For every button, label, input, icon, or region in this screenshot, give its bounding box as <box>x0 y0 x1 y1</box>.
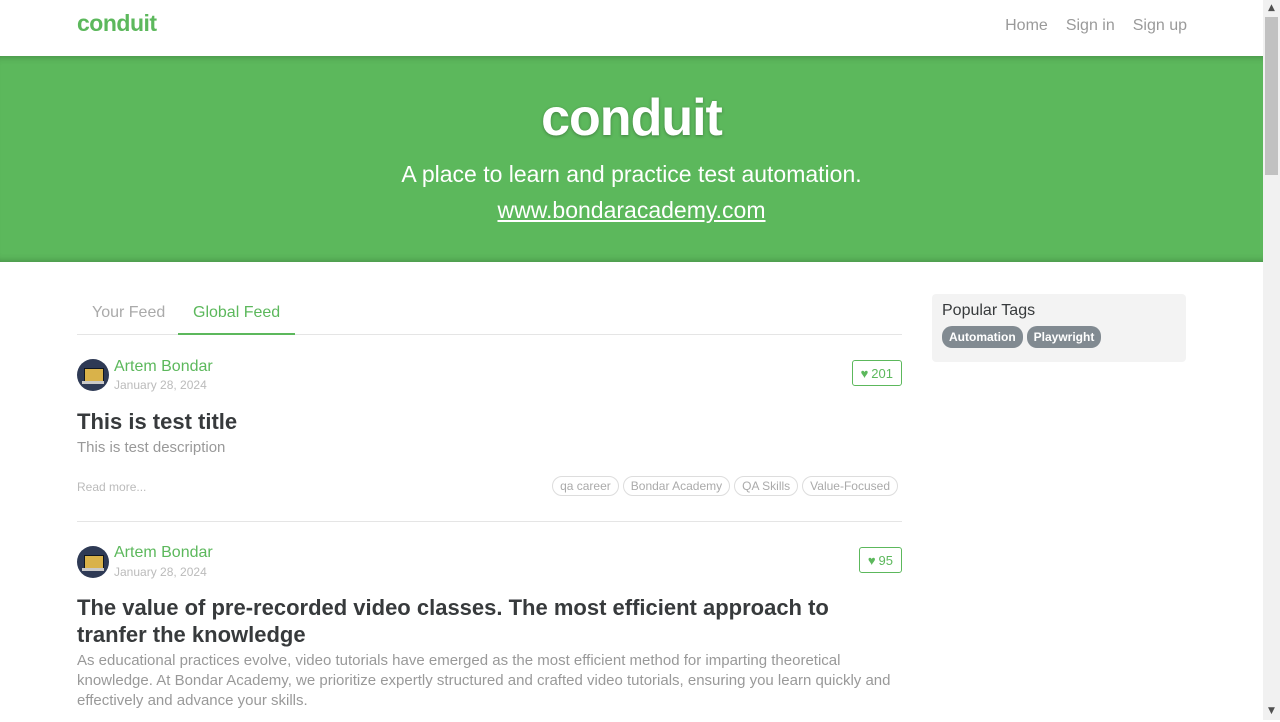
scroll-up-icon[interactable]: ▲ <box>1263 0 1280 17</box>
nav-home-link[interactable]: Home <box>1005 17 1048 35</box>
article-title[interactable]: This is test title <box>77 408 902 435</box>
author-avatar[interactable] <box>77 359 109 391</box>
popular-tag-playwright[interactable]: Playwright <box>1026 326 1102 348</box>
article-feed: Your Feed Global Feed Artem Bondar Janua… <box>77 294 902 722</box>
read-more-link[interactable]: Read more... <box>77 480 146 494</box>
article-preview: Artem Bondar January 28, 2024 ♥ 95 The v… <box>77 522 902 722</box>
feed-tabs: Your Feed Global Feed <box>77 294 902 335</box>
page-scrollbar[interactable]: ▲ ▼ <box>1263 0 1280 720</box>
popular-tag-automation[interactable]: Automation <box>942 326 1023 348</box>
top-navbar: conduit Home Sign in Sign up <box>0 0 1263 56</box>
article-date: January 28, 2024 <box>114 565 207 579</box>
popular-tag-list: Automation Playwright <box>942 326 1176 348</box>
sidebar-title: Popular Tags <box>942 302 1036 319</box>
favorite-button[interactable]: ♥ 201 <box>851 360 902 386</box>
banner-tagline: A place to learn and practice test autom… <box>401 161 862 187</box>
popular-tags-sidebar: Popular Tags Automation Playwright <box>932 294 1186 362</box>
heart-icon: ♥ <box>860 365 869 381</box>
tab-your-feed[interactable]: Your Feed <box>77 294 180 333</box>
nav-sign-up-link[interactable]: Sign up <box>1133 17 1187 35</box>
author-avatar[interactable] <box>77 546 109 578</box>
author-name-link[interactable]: Artem Bondar <box>114 358 213 376</box>
article-title[interactable]: The value of pre-recorded video classes.… <box>77 594 902 648</box>
article-preview: Artem Bondar January 28, 2024 ♥ 201 This… <box>77 335 902 522</box>
article-tag: Value-Focused <box>802 476 898 496</box>
banner-title: conduit <box>541 89 723 147</box>
favorite-count: 95 <box>878 552 893 568</box>
nav-links: Home Sign in Sign up <box>1005 17 1187 35</box>
author-name-link[interactable]: Artem Bondar <box>114 544 213 562</box>
tab-global-feed[interactable]: Global Feed <box>178 294 296 335</box>
heart-icon: ♥ <box>867 552 876 568</box>
favorite-button[interactable]: ♥ 95 <box>858 547 902 573</box>
article-date: January 28, 2024 <box>114 378 207 392</box>
favorite-count: 201 <box>871 365 893 381</box>
hero-banner: conduit A place to learn and practice te… <box>0 56 1263 262</box>
scrollbar-thumb[interactable] <box>1265 17 1278 175</box>
scroll-down-icon[interactable]: ▼ <box>1263 703 1280 720</box>
brand-logo-link[interactable]: conduit <box>77 10 157 37</box>
article-description: As educational practices evolve, video t… <box>77 652 891 709</box>
nav-sign-in-link[interactable]: Sign in <box>1066 17 1115 35</box>
article-tag: QA Skills <box>734 476 799 496</box>
article-description: This is test description <box>77 439 226 456</box>
banner-website-link[interactable]: www.bondaracademy.com <box>497 197 765 223</box>
article-tag: Bondar Academy <box>622 476 731 496</box>
article-tag: qa career <box>552 476 619 496</box>
article-tag-list: qa career Bondar Academy QA Skills Value… <box>552 476 898 496</box>
